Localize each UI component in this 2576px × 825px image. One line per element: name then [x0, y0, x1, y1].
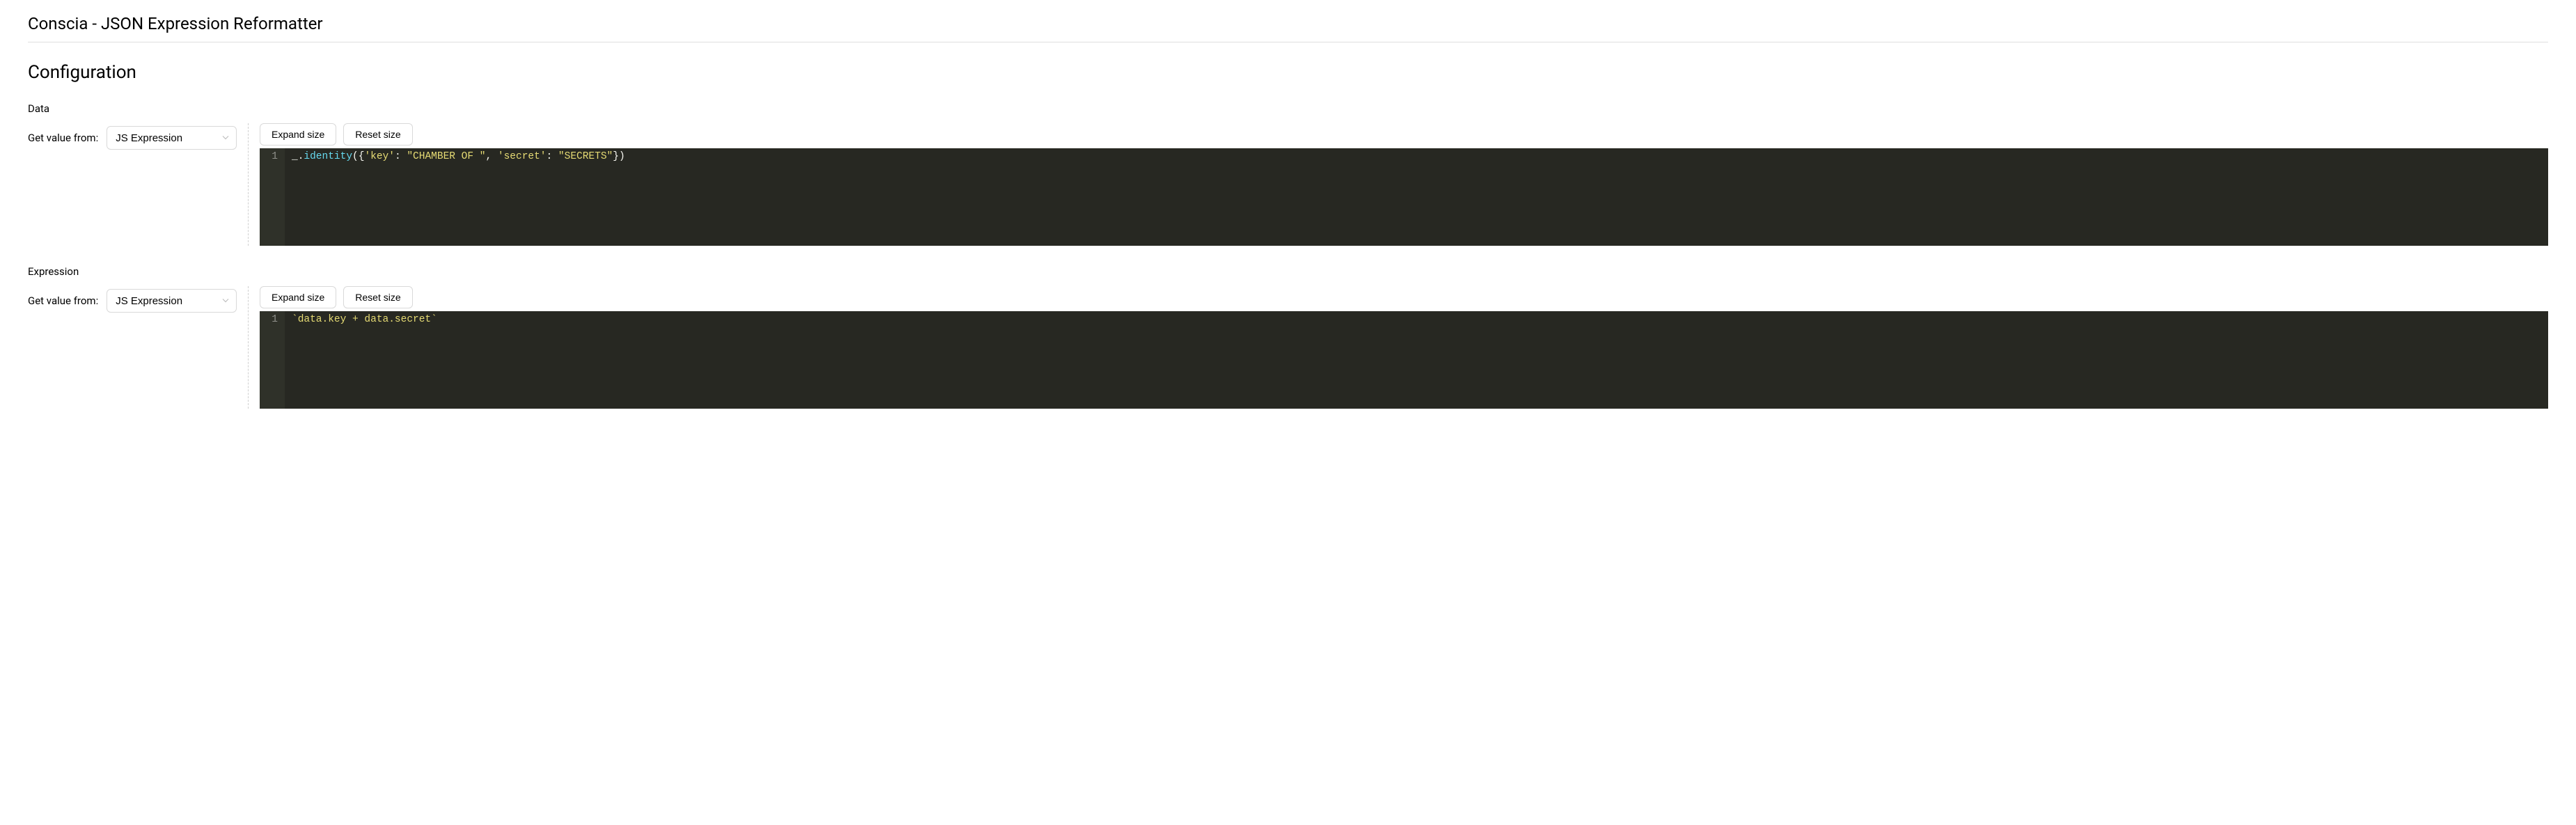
expression-select-wrap: JS Expression: [107, 289, 237, 313]
tok-close: }): [613, 151, 625, 162]
tok-comma: ,: [485, 151, 497, 162]
tok-key1: 'key': [364, 151, 395, 162]
configuration-heading: Configuration: [28, 62, 2548, 83]
data-select-wrap: JS Expression: [107, 126, 237, 150]
expression-editor-toolbar: Expand size Reset size: [260, 286, 2548, 308]
data-editor-gutter: 1: [260, 148, 285, 246]
vertical-divider: [248, 123, 249, 246]
reset-size-button[interactable]: Reset size: [343, 123, 412, 146]
field-data-right: Expand size Reset size 1 _.identity({'ke…: [260, 123, 2548, 246]
expression-editor-gutter: 1: [260, 311, 285, 409]
tok-func: identity: [304, 151, 352, 162]
data-editor-toolbar: Expand size Reset size: [260, 123, 2548, 146]
field-expression-right: Expand size Reset size 1 `data.key + dat…: [260, 286, 2548, 409]
expression-code-editor[interactable]: 1 `data.key + data.secret`: [260, 311, 2548, 409]
field-data: Data Get value from: JS Expression Expan…: [28, 102, 2548, 246]
field-data-left: Get value from: JS Expression: [28, 123, 237, 150]
expand-size-button[interactable]: Expand size: [260, 123, 336, 146]
tok-open: ({: [352, 151, 364, 162]
field-data-row: Get value from: JS Expression Expand siz…: [28, 123, 2548, 246]
field-expression-label: Expression: [28, 265, 2548, 278]
tok-colon2: :: [547, 151, 558, 162]
field-expression: Expression Get value from: JS Expression…: [28, 265, 2548, 409]
get-value-from-label: Get value from:: [28, 294, 98, 307]
get-value-from-label: Get value from:: [28, 132, 98, 144]
tok-val1: "CHAMBER OF ": [407, 151, 485, 162]
data-code-editor[interactable]: 1 _.identity({'key': "CHAMBER OF ", 'sec…: [260, 148, 2548, 246]
field-data-label: Data: [28, 102, 2548, 115]
tok-key2: 'secret': [498, 151, 547, 162]
line-number: 1: [268, 313, 278, 328]
tok-ident: _: [292, 151, 298, 162]
expression-source-select[interactable]: JS Expression: [107, 289, 237, 313]
line-number: 1: [268, 150, 278, 165]
data-editor-code[interactable]: _.identity({'key': "CHAMBER OF ", 'secre…: [285, 148, 2548, 246]
reset-size-button[interactable]: Reset size: [343, 286, 412, 308]
tok-val2: "SECRETS": [558, 151, 613, 162]
field-expression-left: Get value from: JS Expression: [28, 286, 237, 313]
field-expression-row: Get value from: JS Expression Expand siz…: [28, 286, 2548, 409]
tok-colon1: :: [395, 151, 407, 162]
data-source-select[interactable]: JS Expression: [107, 126, 237, 150]
vertical-divider: [248, 286, 249, 409]
tok-template-literal: `data.key + data.secret`: [292, 314, 437, 325]
expression-editor-code[interactable]: `data.key + data.secret`: [285, 311, 2548, 409]
page-title: Conscia - JSON Expression Reformatter: [28, 14, 2548, 42]
expand-size-button[interactable]: Expand size: [260, 286, 336, 308]
